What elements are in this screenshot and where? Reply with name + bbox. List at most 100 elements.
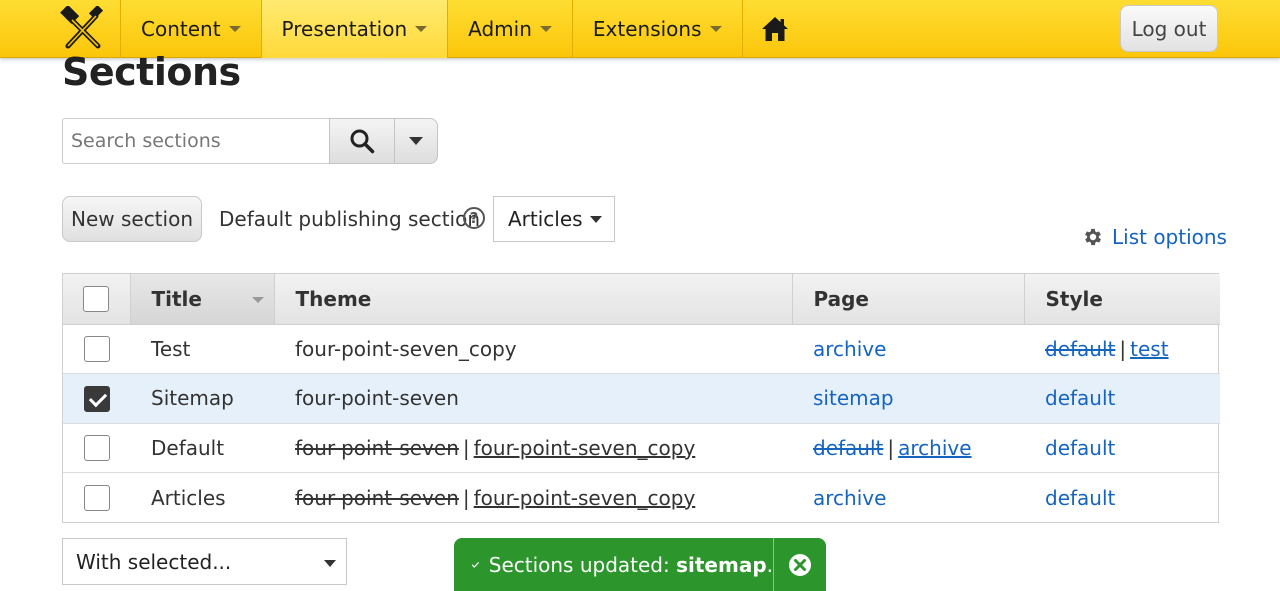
column-header-label: Theme (295, 286, 372, 311)
table-row: Articles four-point-seven | four-point-sev… (63, 473, 1220, 523)
nav-item-presentation[interactable]: Presentation (261, 0, 449, 58)
row-title-text: Default (151, 435, 225, 460)
row-checkbox[interactable] (83, 435, 110, 461)
style-link[interactable]: test (1130, 337, 1168, 361)
sort-desc-icon (251, 297, 264, 303)
row-theme: four-point-seven (274, 373, 792, 424)
row-theme: four-point-seven | four-point-seven_copy (274, 423, 792, 473)
theme-value: four-point-seven_copy (473, 485, 696, 510)
separator: | (462, 485, 470, 510)
chevron-down-icon (228, 26, 241, 32)
nav-item-extensions[interactable]: Extensions (573, 0, 743, 58)
chevron-down-icon (415, 26, 428, 32)
search-icon (350, 129, 375, 154)
column-header-theme[interactable]: Theme (274, 274, 793, 325)
theme-value: four-point-seven_copy (295, 336, 517, 361)
nav-item-home[interactable] (743, 0, 807, 58)
page-link[interactable]: archive (813, 337, 886, 361)
row-title: Sitemap (130, 373, 274, 424)
textpattern-logo-icon[interactable] (60, 6, 106, 52)
help-icon[interactable]: ? (463, 207, 485, 229)
row-title: Test (130, 324, 274, 374)
search-options-toggle[interactable] (394, 118, 438, 164)
select-all-checkbox[interactable] (83, 286, 110, 312)
page-link[interactable]: sitemap (813, 386, 894, 410)
nav-item-label: Extensions (592, 17, 702, 41)
style-link[interactable]: default (1045, 486, 1115, 510)
row-page: sitemap (792, 373, 1024, 424)
toast-message: Sections updated: sitemap. (454, 538, 773, 591)
column-header-page[interactable]: Page (792, 274, 1025, 325)
column-header-title[interactable]: Title (130, 274, 275, 325)
style-old-link[interactable]: default (1045, 337, 1115, 361)
with-selected-select[interactable]: With selected... (62, 538, 347, 585)
row-title-text: Sitemap (151, 386, 234, 411)
row-title: Articles (130, 473, 274, 523)
row-style: default (1024, 373, 1220, 424)
search-input[interactable] (62, 118, 330, 164)
row-theme: four-point-seven_copy (274, 324, 792, 374)
page-old-link[interactable]: default (813, 436, 883, 460)
checkmark-icon (472, 561, 479, 568)
chevron-down-icon (324, 560, 336, 567)
chevron-down-icon (590, 216, 602, 223)
row-style: default (1024, 423, 1220, 473)
home-icon (761, 17, 788, 41)
chevron-down-icon (709, 26, 722, 32)
separator: | (887, 435, 895, 460)
theme-value: four-point-seven (295, 386, 459, 411)
page-title: Sections (62, 50, 241, 94)
default-publishing-select[interactable]: Articles (493, 196, 615, 242)
row-checkbox[interactable] (83, 385, 110, 412)
list-options-label: List options (1112, 225, 1227, 249)
row-checkbox[interactable] (83, 336, 110, 362)
style-link[interactable]: default (1045, 386, 1115, 410)
new-section-button[interactable]: New section (62, 196, 202, 242)
logout-button[interactable]: Log out (1120, 5, 1218, 52)
row-page: archive (792, 473, 1024, 523)
column-header-style[interactable]: Style (1024, 274, 1220, 325)
table-header-row: Title Theme Page Style (63, 274, 1220, 325)
style-link[interactable]: default (1045, 436, 1115, 460)
sections-table: Title Theme Page Style Test four-point-s… (62, 273, 1220, 523)
with-selected-label: With selected... (76, 549, 232, 574)
search-button[interactable] (329, 118, 395, 164)
toast-close-button[interactable] (773, 538, 826, 591)
row-page: archive (792, 324, 1024, 374)
nav-item-admin[interactable]: Admin (448, 0, 573, 58)
row-select-cell (63, 473, 130, 523)
theme-old-value: four-point-seven (295, 435, 459, 460)
row-page: default | archive (792, 423, 1024, 473)
row-select-cell (63, 373, 130, 424)
column-header-label: Style (1045, 286, 1103, 311)
row-select-cell (63, 423, 130, 473)
close-circle-icon (789, 553, 811, 576)
gear-icon (1085, 228, 1101, 246)
separator: | (462, 435, 470, 460)
theme-old-value: four-point-seven (295, 485, 459, 510)
chevron-down-icon (539, 26, 552, 32)
toast-section-name: sitemap (676, 552, 767, 577)
row-select-cell (63, 324, 130, 374)
list-options-link[interactable]: List options (1082, 225, 1227, 249)
nav-item-label: Presentation (281, 17, 408, 41)
select-all-cell (63, 274, 131, 325)
table-row: Test four-point-seven_copy archive defau… (63, 324, 1220, 374)
row-theme: four-point-seven | four-point-seven_copy (274, 473, 792, 523)
nav-item-label: Content (141, 17, 221, 41)
page-link[interactable]: archive (813, 486, 886, 510)
nav-item-label: Admin (468, 17, 532, 41)
row-style: default | test (1024, 324, 1220, 374)
page-link[interactable]: archive (898, 436, 971, 460)
row-title: Default (130, 423, 274, 473)
row-title-text: Test (151, 336, 191, 361)
row-checkbox[interactable] (83, 484, 110, 511)
default-publishing-value: Articles (508, 207, 583, 231)
theme-value: four-point-seven_copy (473, 435, 696, 460)
separator: | (1119, 336, 1127, 361)
row-title-text: Articles (151, 485, 226, 510)
table-row: Default four-point-seven | four-point-seve… (63, 423, 1220, 473)
chevron-down-icon (409, 137, 423, 145)
column-header-label: Page (813, 286, 870, 311)
table-row: Sitemap four-point-seven sitemap default (63, 373, 1220, 424)
